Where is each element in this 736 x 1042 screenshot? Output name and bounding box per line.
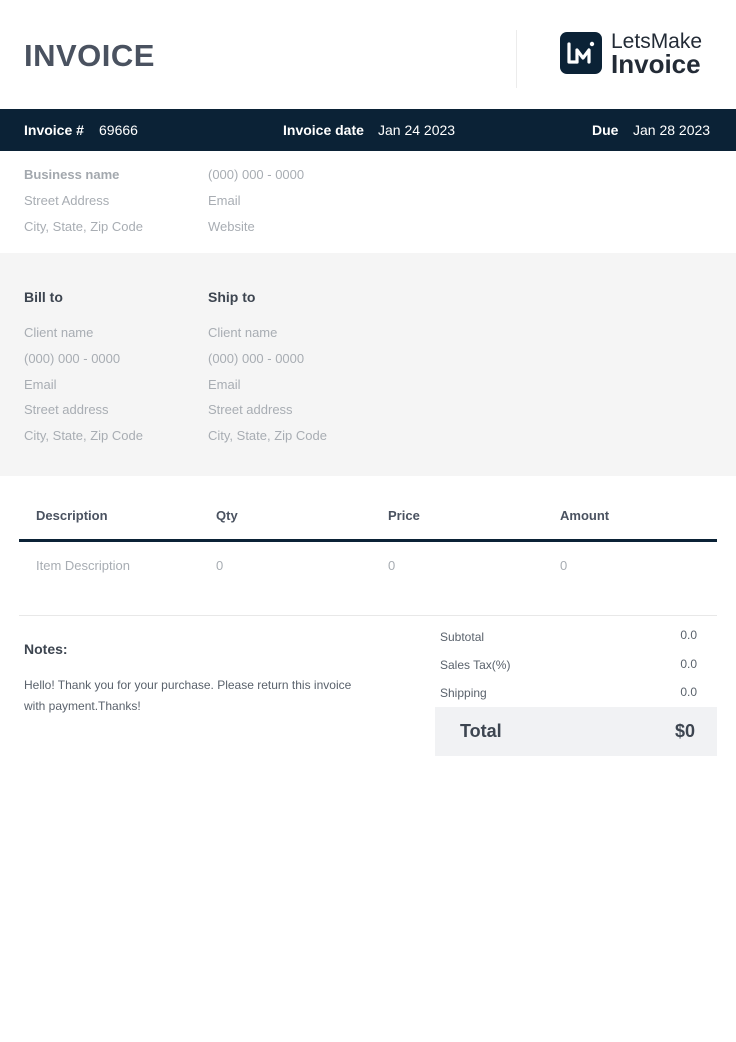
ship-to-email[interactable]: Email	[208, 377, 241, 392]
item-qty-cell[interactable]: 0	[216, 558, 223, 573]
column-header-description: Description	[36, 508, 108, 523]
total-value: $0	[674, 721, 695, 741]
invoice-date-value[interactable]: Jan 24 2023	[378, 122, 455, 138]
ship-to-street[interactable]: Street address	[208, 402, 293, 417]
table-bottom-rule	[19, 615, 717, 616]
invoice-header: INVOICE LetsMake Invoice	[0, 0, 736, 109]
bill-to-email[interactable]: Email	[24, 377, 57, 392]
billing-section: Bill to Client name (000) 000 - 0000 Ema…	[0, 253, 736, 476]
due-date-value[interactable]: Jan 28 2023	[633, 122, 710, 138]
notes-heading: Notes:	[24, 641, 68, 657]
total-box: Total $0	[435, 707, 717, 756]
street-address-field[interactable]: Street Address	[24, 193, 109, 208]
email-field[interactable]: Email	[208, 193, 241, 208]
shipping-label: Shipping	[440, 686, 487, 700]
shipping-value[interactable]: 0.0	[680, 685, 697, 699]
sales-tax-value[interactable]: 0.0	[680, 657, 697, 671]
column-header-price: Price	[388, 508, 420, 523]
sales-tax-label: Sales Tax(%)	[440, 658, 511, 672]
invoice-number-value[interactable]: 69666	[99, 122, 138, 138]
header-divider	[516, 30, 517, 88]
sender-details: Business name Street Address City, State…	[0, 151, 736, 253]
item-description-cell[interactable]: Item Description	[36, 558, 130, 573]
due-date-label: Due	[592, 122, 619, 138]
invoice-number-label: Invoice #	[24, 122, 84, 138]
ship-to-client-name[interactable]: Client name	[208, 325, 277, 340]
ship-to-heading: Ship to	[208, 289, 256, 305]
item-amount-cell: 0	[560, 558, 568, 573]
bill-to-phone[interactable]: (000) 000 - 0000	[24, 351, 120, 366]
column-header-qty: Qty	[216, 508, 238, 523]
page-title: INVOICE	[24, 38, 155, 73]
phone-field[interactable]: (000) 000 - 0000	[208, 167, 304, 182]
notes-text[interactable]: Hello! Thank you for your purchase. Plea…	[24, 675, 354, 717]
column-header-amount: Amount	[560, 508, 610, 523]
city-state-zip-field[interactable]: City, State, Zip Code	[24, 219, 143, 234]
bill-to-city[interactable]: City, State, Zip Code	[24, 428, 143, 443]
website-field[interactable]: Website	[208, 219, 255, 234]
ship-to-city[interactable]: City, State, Zip Code	[208, 428, 327, 443]
logo-text-line2: Invoice	[611, 49, 701, 79]
ship-to-phone[interactable]: (000) 000 - 0000	[208, 351, 304, 366]
invoice-date-label: Invoice date	[283, 122, 364, 138]
invoice-meta-bar: Invoice # 69666 Invoice date Jan 24 2023…	[0, 109, 736, 151]
subtotal-value: 0.0	[680, 628, 697, 642]
total-label: Total	[460, 721, 502, 741]
lm-logo-mark-icon	[560, 32, 602, 74]
business-name-field[interactable]: Business name	[24, 167, 119, 182]
bill-to-client-name[interactable]: Client name	[24, 325, 93, 340]
item-price-cell[interactable]: 0	[388, 558, 395, 573]
subtotal-label: Subtotal	[440, 630, 485, 644]
bill-to-heading: Bill to	[24, 289, 63, 305]
bill-to-street[interactable]: Street address	[24, 402, 109, 417]
table-header-rule	[19, 539, 717, 542]
